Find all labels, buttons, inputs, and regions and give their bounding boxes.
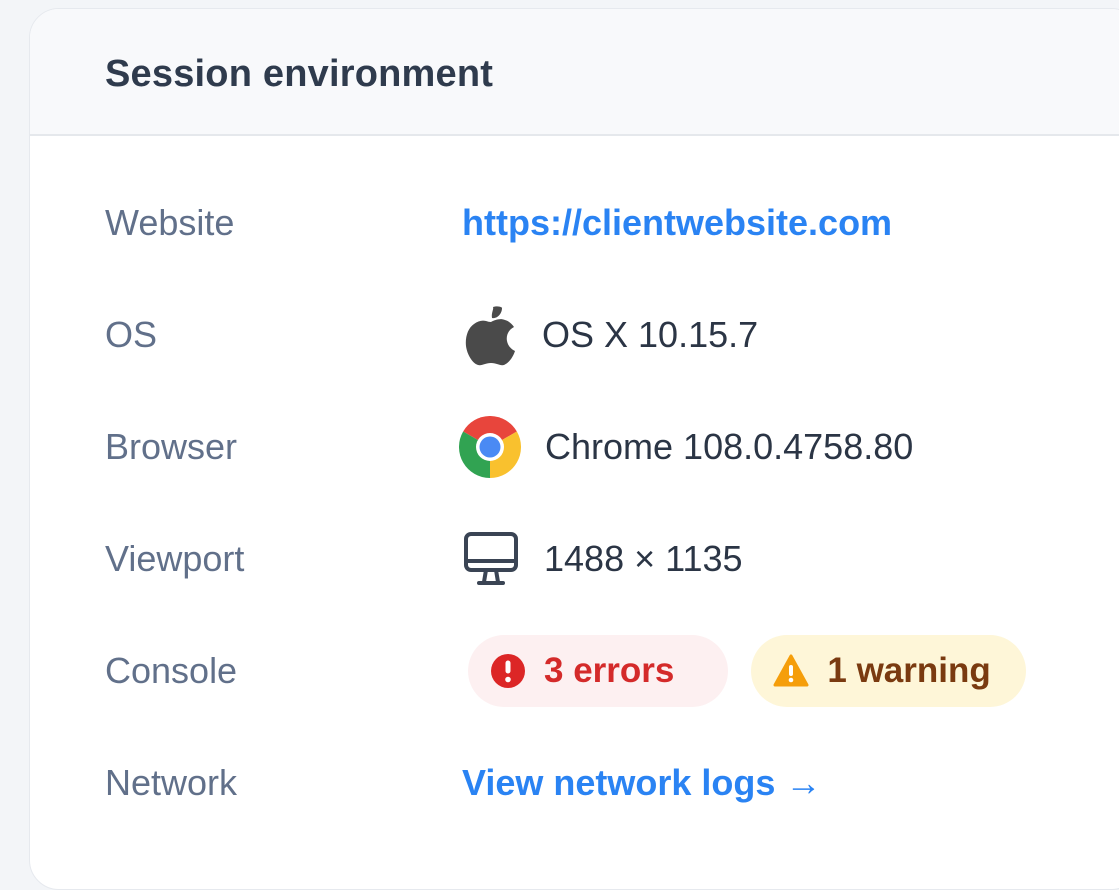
viewport-value: 1488 × 1135	[462, 530, 743, 588]
view-network-logs-link[interactable]: View network logs →	[462, 762, 821, 804]
apple-icon	[462, 304, 520, 366]
error-icon	[490, 653, 526, 689]
session-environment-panel: Session environment Website https://clie…	[29, 8, 1119, 890]
website-label: Website	[105, 202, 235, 243]
console-label: Console	[105, 650, 238, 691]
row-os: OS OS X 10.15.7	[30, 295, 1119, 375]
browser-value: Chrome 108.0.4758.80	[459, 416, 914, 478]
os-version: OS X 10.15.7	[542, 314, 759, 355]
warnings-count: 1 warning	[827, 651, 991, 690]
network-label: Network	[105, 762, 238, 803]
os-label: OS	[105, 314, 158, 355]
warnings-badge[interactable]: 1 warning	[751, 635, 1026, 707]
website-value: https://clientwebsite.com	[462, 202, 892, 244]
browser-label: Browser	[105, 426, 238, 467]
monitor-icon	[462, 530, 520, 588]
row-website: Website https://clientwebsite.com	[30, 183, 1119, 263]
chrome-icon	[459, 416, 521, 478]
row-browser: Browser Chrome 108.0.4758.80	[30, 407, 1119, 487]
warning-icon	[773, 653, 809, 689]
network-value: View network logs →	[462, 762, 821, 804]
row-network: Network View network logs →	[30, 743, 1119, 823]
viewport-label: Viewport	[105, 538, 245, 579]
errors-count: 3 errors	[544, 651, 675, 690]
viewport-size: 1488 × 1135	[544, 538, 743, 579]
errors-badge[interactable]: 3 errors	[468, 635, 729, 707]
console-value: 3 errors 1 warning	[462, 635, 1026, 707]
website-link[interactable]: https://clientwebsite.com	[462, 202, 892, 244]
row-console: Console 3 errors 1 warning	[30, 631, 1119, 711]
environment-details: Website https://clientwebsite.com OS OS …	[30, 9, 1119, 889]
os-value: OS X 10.15.7	[462, 304, 758, 366]
browser-version: Chrome 108.0.4758.80	[545, 426, 914, 467]
row-viewport: Viewport 1488 × 1135	[30, 519, 1119, 599]
